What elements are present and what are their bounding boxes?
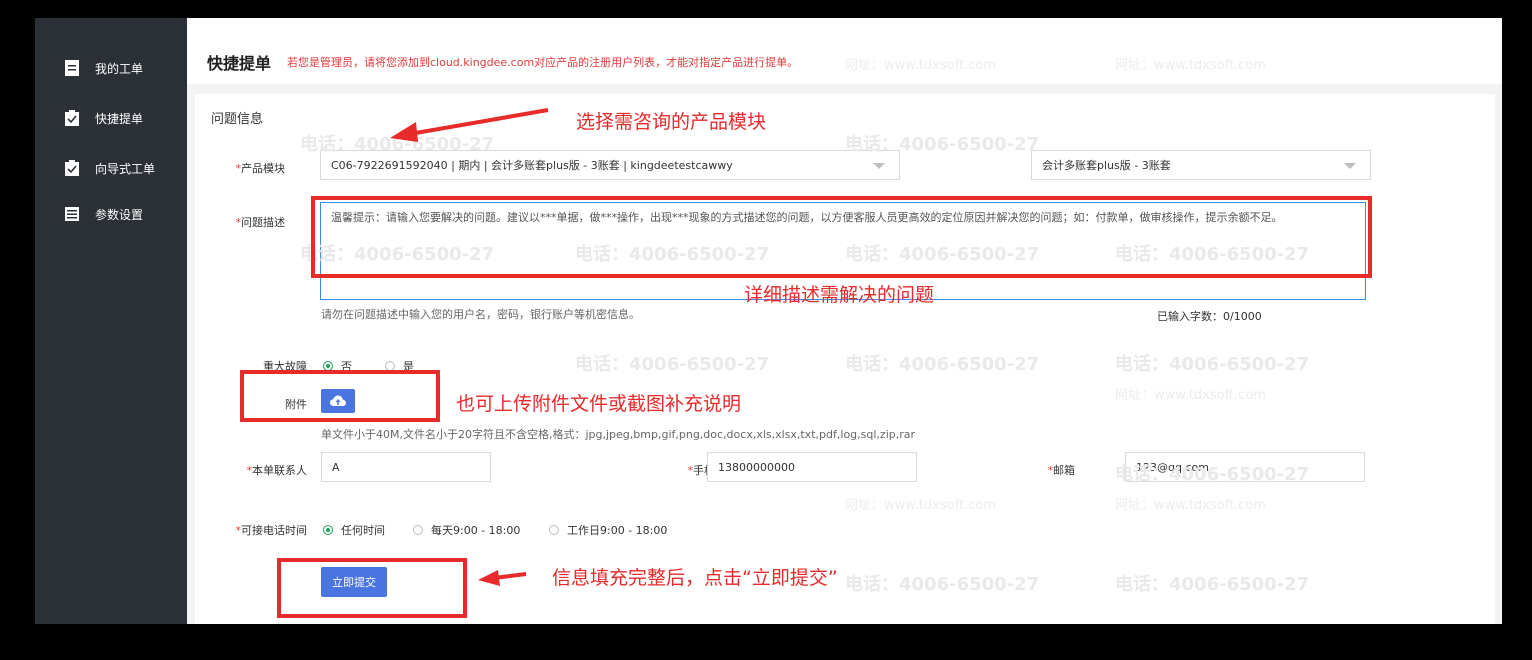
sidebar-item-guided-ticket[interactable]: 向导式工单 <box>35 148 187 188</box>
annotation-box-submit <box>277 558 467 618</box>
page-title: 快捷提单 <box>207 54 272 73</box>
chevron-down-icon <box>1344 163 1356 169</box>
annotation-arrow-icon <box>478 570 527 586</box>
phone-value: 13800000000 <box>718 460 795 474</box>
frame-border-top <box>0 0 1532 18</box>
clipboard-icon <box>65 160 79 176</box>
chevron-down-icon <box>873 163 885 169</box>
list-icon <box>65 60 79 76</box>
radio-icon <box>413 525 423 535</box>
product-select[interactable]: C06-7922691592040 | 期内 | 会计多账套plus版 - 3账… <box>320 150 900 180</box>
radio-icon <box>549 525 559 535</box>
clipboard-icon <box>65 110 79 126</box>
settings-list-icon <box>65 206 79 222</box>
email-value: 123@qq.com <box>1136 460 1209 474</box>
time-workday-radio[interactable]: 工作日9:00 - 18:00 <box>549 522 667 538</box>
product-label: *产品模块 <box>235 162 286 175</box>
screenshot-frame: 我的工单 快捷提单 向导式工单 参数设置 快捷提单 若您是管理员，请将您添加到c… <box>0 0 1532 660</box>
char-count: 已输入字数：0/1000 <box>1157 310 1262 323</box>
sidebar-item-my-tickets[interactable]: 我的工单 <box>35 48 187 88</box>
product-version-select[interactable]: 会计多账套plus版 - 3账套 <box>1031 150 1371 180</box>
product-select-value: C06-7922691592040 | 期内 | 会计多账套plus版 - 3账… <box>331 159 733 172</box>
annotation-arrow-icon <box>390 108 549 142</box>
time-daily-radio[interactable]: 每天9:00 - 18:00 <box>413 522 520 538</box>
admin-notice: 若您是管理员，请将您添加到cloud.kingdee.com对应产品的注册用户列… <box>287 56 799 69</box>
frame-border-bottom <box>0 624 1532 660</box>
contact-label: *本单联系人 <box>246 464 308 477</box>
contact-input[interactable]: A <box>321 452 491 482</box>
time-any-radio[interactable]: 任何时间 <box>323 522 385 538</box>
sidebar-item-label: 我的工单 <box>95 61 144 76</box>
annotation-box-attachment <box>240 370 440 422</box>
annotation-submit: 信息填充完整后，点击“立即提交” <box>552 567 838 589</box>
sidebar-item-label: 快捷提单 <box>95 111 144 126</box>
desc-hint: 请勿在问题描述中输入您的用户名，密码，银行账户等机密信息。 <box>321 308 640 321</box>
page-header: 快捷提单 若您是管理员，请将您添加到cloud.kingdee.com对应产品的… <box>187 18 1502 84</box>
email-input[interactable]: 123@qq.com <box>1125 452 1365 482</box>
frame-border-left <box>0 0 35 660</box>
email-label: *邮箱 <box>1047 464 1076 477</box>
annotation-description: 详细描述需解决的问题 <box>744 284 935 306</box>
form-panel: 问题信息 *产品模块 C06-7922691592040 | 期内 | 会计多账… <box>195 94 1495 624</box>
sidebar-item-label: 向导式工单 <box>95 161 156 176</box>
radio-selected-icon <box>323 525 333 535</box>
phone-input[interactable]: 13800000000 <box>707 452 917 482</box>
sidebar: 我的工单 快捷提单 向导式工单 参数设置 <box>35 18 187 624</box>
sidebar-item-label: 参数设置 <box>95 207 144 222</box>
contact-value: A <box>332 460 340 474</box>
annotation-box-description <box>311 196 1372 278</box>
product-version-value: 会计多账套plus版 - 3账套 <box>1042 159 1171 172</box>
phone-label: *手机 <box>687 464 716 477</box>
sidebar-item-quick-ticket[interactable]: 快捷提单 <box>35 98 187 138</box>
attach-hint: 单文件小于40M,文件名小于20字符且不含空格,格式：jpg,jpeg,bmp,… <box>321 428 916 441</box>
desc-label: *问题描述 <box>235 216 286 229</box>
section-title: 问题信息 <box>211 112 264 127</box>
frame-border-right <box>1502 0 1532 660</box>
time-label: *可接电话时间 <box>235 524 308 537</box>
annotation-product: 选择需咨询的产品模块 <box>576 111 767 133</box>
sidebar-item-settings[interactable]: 参数设置 <box>35 194 187 234</box>
annotation-attachment: 也可上传附件文件或截图补充说明 <box>456 393 742 415</box>
